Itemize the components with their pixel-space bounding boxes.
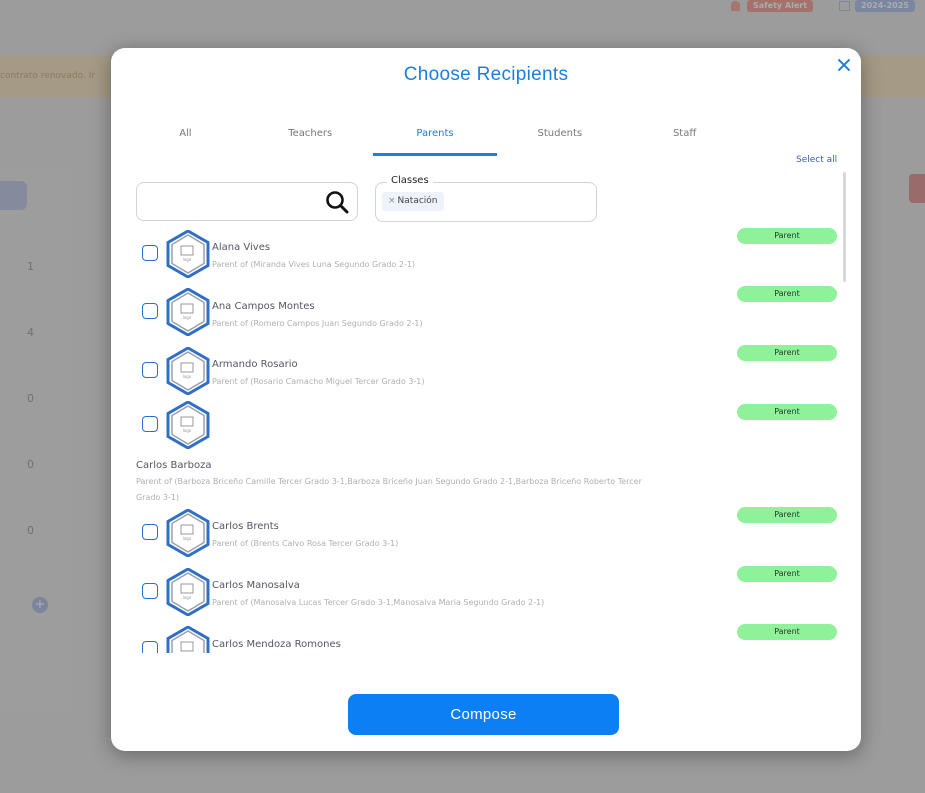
role-badge: Parent xyxy=(737,286,837,302)
recipient-children: Parent of (Barboza Briceño Camille Terce… xyxy=(136,477,642,486)
recipient-children: Grado 3-1) xyxy=(136,493,180,502)
recipient-checkbox[interactable] xyxy=(142,583,158,599)
recipient-name: Carlos Mendoza Romones xyxy=(212,639,341,650)
svg-text:logo: logo xyxy=(183,374,192,379)
recipient-checkbox[interactable] xyxy=(142,362,158,378)
recipient-checkbox[interactable] xyxy=(142,303,158,319)
recipient-children: Parent of (Miranda Vives Luna Segundo Gr… xyxy=(212,260,416,269)
tab-students[interactable]: Students xyxy=(497,120,622,156)
svg-text:logo: logo xyxy=(183,257,192,262)
avatar: logo xyxy=(166,568,210,616)
dialog-title: Choose Recipients xyxy=(403,64,569,85)
recipient-name: Armando Rosario xyxy=(212,359,298,370)
svg-text:logo: logo xyxy=(183,536,192,541)
tab-staff[interactable]: Staff xyxy=(622,120,747,156)
compose-button[interactable]: Compose xyxy=(348,694,619,735)
select-all-link[interactable]: Select all xyxy=(796,155,837,165)
search-input[interactable] xyxy=(145,191,315,213)
search-icon[interactable] xyxy=(325,190,349,214)
recipient-list: logo Alana Vives Parent of (Miranda Vive… xyxy=(111,228,851,653)
role-badge: Parent xyxy=(737,404,837,420)
recipient-name: Carlos Manosalva xyxy=(212,580,300,591)
recipient-checkbox[interactable] xyxy=(142,245,158,261)
recipient-children: Parent of (Romero Campos Juan Segundo Gr… xyxy=(212,319,423,328)
choose-recipients-dialog: Choose Recipients All Teachers Parents S… xyxy=(111,48,861,751)
svg-text:logo: logo xyxy=(183,315,192,320)
avatar: logo xyxy=(166,401,210,449)
recipient-name: Carlos Brents xyxy=(212,521,279,532)
role-badge: Parent xyxy=(737,624,837,640)
recipient-name: Alana Vives xyxy=(212,242,271,253)
recipient-children: Parent of (Manosalva Lucas Tercer Grado … xyxy=(212,598,545,607)
role-badge: Parent xyxy=(737,345,837,361)
recipient-tabs: All Teachers Parents Students Staff xyxy=(123,120,747,156)
avatar: logo xyxy=(166,626,210,653)
class-chip-label: Natación xyxy=(397,196,438,206)
avatar: logo xyxy=(166,509,210,557)
recipient-children: Parent of (Brents Calvo Rosa Tercer Grad… xyxy=(212,539,399,548)
role-badge: Parent xyxy=(737,228,837,244)
tab-parents[interactable]: Parents xyxy=(372,120,498,156)
chip-remove-icon[interactable]: × xyxy=(388,196,396,206)
tab-teachers[interactable]: Teachers xyxy=(248,120,373,156)
recipient-checkbox[interactable] xyxy=(142,524,158,540)
role-badge: Parent xyxy=(737,566,837,582)
svg-text:logo: logo xyxy=(183,428,192,433)
recipient-checkbox[interactable] xyxy=(142,641,158,653)
recipient-name: Carlos Barboza xyxy=(136,460,212,471)
classes-label: Classes xyxy=(387,175,433,186)
close-icon[interactable] xyxy=(836,57,852,73)
tab-all[interactable]: All xyxy=(123,120,248,156)
avatar: logo xyxy=(166,347,210,395)
avatar: logo xyxy=(166,288,210,336)
classes-filter[interactable]: Classes × Natación xyxy=(375,175,597,222)
svg-text:logo: logo xyxy=(183,595,192,600)
recipient-children: Parent of (Rosario Camacho Miguel Tercer… xyxy=(212,377,425,386)
avatar: logo xyxy=(166,230,210,278)
search-field xyxy=(136,182,358,221)
role-badge: Parent xyxy=(737,507,837,523)
class-chip: × Natación xyxy=(382,192,444,211)
recipient-checkbox[interactable] xyxy=(142,416,158,432)
recipient-name: Ana Campos Montes xyxy=(212,301,315,312)
